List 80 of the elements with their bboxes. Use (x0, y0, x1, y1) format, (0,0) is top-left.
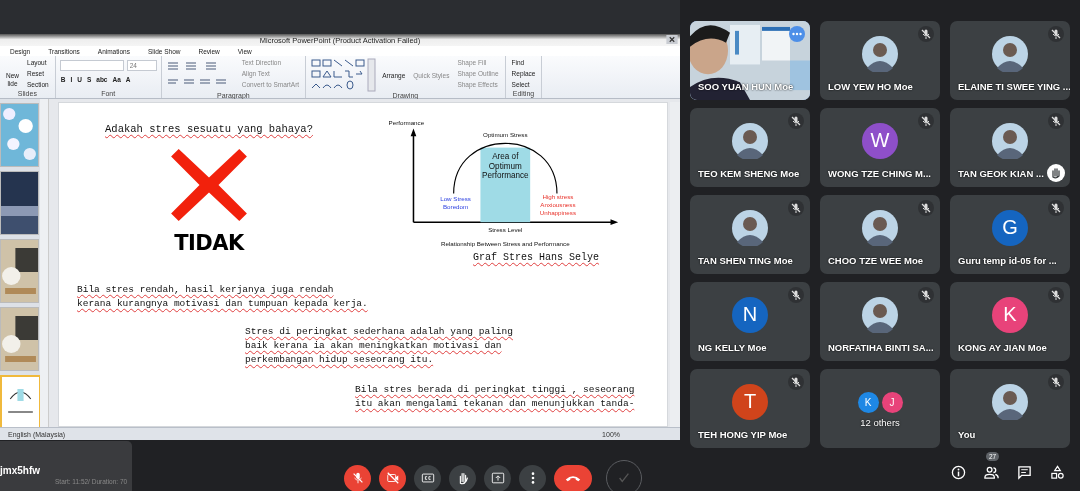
avatar: G (992, 209, 1028, 246)
avatar-icon (992, 122, 1028, 159)
participant-name: You (958, 429, 976, 440)
participant-name: CHOO TZE WEE Moe (828, 255, 923, 266)
avatar-icon (992, 35, 1028, 72)
participant-name: TEO KEM SHENG Moe (698, 168, 800, 179)
more-options-button[interactable] (519, 464, 546, 491)
participant-name: TEH HONG YIP Moe (698, 429, 788, 440)
slide-thumbnail[interactable] (0, 307, 39, 371)
participant-tile[interactable]: NORFATIHA BINTI SA... (820, 282, 940, 361)
camera-off-button[interactable] (379, 464, 406, 491)
present-icon (490, 471, 505, 485)
participant-tile[interactable]: CHOO TZE WEE Moe (820, 195, 940, 274)
camera-off-icon (385, 471, 400, 485)
participant-name: KONG AY JIAN Moe (958, 342, 1047, 353)
slide-answer: TIDAK (174, 231, 244, 255)
avatar: T (732, 383, 768, 420)
participant-tile[interactable]: ELAINE TI SWEE YING ... (950, 21, 1070, 100)
scrollbar[interactable] (670, 102, 680, 427)
participant-name: NG KELLY Moe (698, 342, 767, 353)
avatar: K (992, 296, 1028, 333)
participant-tile[interactable]: K KONG AY JIAN Moe (950, 282, 1070, 361)
scrollbar[interactable] (40, 99, 49, 427)
meeting-code: jmx5hfw (0, 465, 41, 476)
participant-tile[interactable]: TEO KEM SHENG Moe (690, 108, 810, 187)
participant-tile[interactable]: TAN SHEN TING Moe (690, 195, 810, 274)
more-options-icon[interactable] (789, 26, 805, 42)
participant-name: WONG TZE CHING M... (828, 168, 931, 179)
participant-name: TAN GEOK KIAN ... (958, 168, 1044, 179)
checkmark-icon (617, 471, 631, 485)
participant-name: NORFATIHA BINTI SA... (828, 342, 934, 353)
participant-name: Guru temp id-05 for ... (958, 255, 1057, 266)
chat-button[interactable] (1016, 464, 1033, 481)
participant-tile[interactable]: You (950, 369, 1070, 448)
diagram-caption: Graf Stres Hans Selye (473, 252, 600, 263)
avatar-icon (862, 209, 898, 246)
avatar: N (732, 296, 768, 333)
captions-button[interactable] (414, 464, 441, 491)
avatar: K (857, 392, 879, 413)
participant-tile[interactable]: N NG KELLY Moe (690, 282, 810, 361)
slide-paragraph: Bila stres rendah, hasil kerjanya juga rendah kerana kurangnya motivasi dan tumpuan kepada kerja. (77, 283, 369, 311)
participant-tile[interactable]: LOW YEW HO Moe (820, 21, 940, 100)
participant-name: ELAINE TI SWEE YING ... (958, 81, 1070, 92)
present-button[interactable] (484, 464, 511, 491)
participant-tile[interactable]: T TEH HONG YIP Moe (690, 369, 810, 448)
raise-hand-button[interactable] (449, 464, 476, 491)
info-icon (951, 465, 966, 480)
slide-paragraph: Bila stres berada di peringkat tinggi , seseorang itu akan mengalami tekanan dan menunjukkan tanda- (355, 383, 636, 411)
participant-tile[interactable]: K J 12 others (820, 369, 940, 448)
slide-thumbnail[interactable] (0, 375, 40, 427)
avatar-icon (732, 209, 768, 246)
participant-tile[interactable]: TAN GEOK KIAN ... (950, 108, 1070, 187)
shapes-gallery-drawing[interactable] (310, 58, 377, 92)
avatar: J (881, 392, 903, 413)
participant-tile[interactable]: W WONG TZE CHING M... (820, 108, 940, 187)
slide-thumbnail[interactable] (0, 171, 39, 235)
avatar-icon (732, 122, 768, 159)
hang-up-button[interactable] (554, 464, 592, 491)
people-icon (984, 465, 999, 480)
avatar-icon (862, 296, 898, 333)
font-name-field[interactable] (59, 59, 124, 71)
shapes-icon (1050, 465, 1065, 480)
cross-icon (171, 149, 247, 221)
participant-tile[interactable]: G Guru temp id-05 for ... (950, 195, 1070, 274)
activities-button[interactable] (1049, 464, 1066, 481)
chat-icon (1017, 465, 1032, 480)
slide-thumbnail[interactable] (0, 103, 39, 167)
avatar: W (862, 122, 898, 159)
avatar-icon (862, 35, 898, 72)
slide-thumbnail[interactable] (0, 239, 39, 303)
participant-name: TAN SHEN TING Moe (698, 255, 793, 266)
mic-off-button[interactable] (344, 464, 371, 491)
participant-name: LOW YEW HO Moe (828, 81, 913, 92)
close-icon[interactable] (666, 35, 678, 44)
info-button[interactable] (950, 464, 967, 481)
avatar-icon (992, 383, 1028, 420)
captions-icon (420, 471, 435, 485)
participant-name: 12 others (859, 417, 901, 428)
slide-paragraph: Stres di peringkat sederhana adalah yang paling baik kerana ia akan meningkatkan motivasi dan perkembangan hidup seseorang itu. (245, 325, 514, 367)
slide-question: Adakah stres sesuatu yang bahaya? (105, 123, 313, 135)
